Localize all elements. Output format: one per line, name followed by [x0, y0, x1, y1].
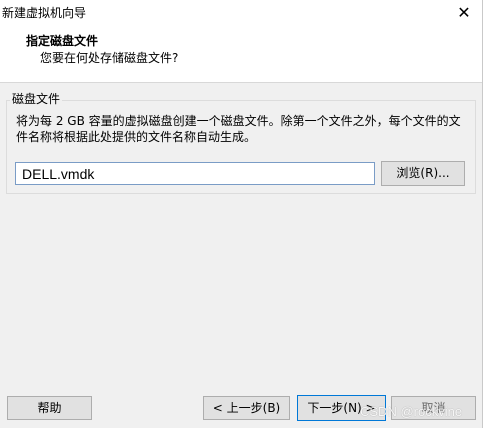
disk-file-description: 将为每 2 GB 容量的虚拟磁盘创建一个磁盘文件。除第一个文件之外，每个文件的文…: [16, 114, 461, 144]
page-subtitle: 您要在何处存储磁盘文件?: [40, 51, 179, 65]
wizard-footer: 帮助 < 上一步(B) 下一步(N) > 取消: [0, 386, 482, 428]
browse-button[interactable]: 浏览(R)...: [381, 161, 465, 186]
disk-file-name-input[interactable]: [15, 162, 375, 185]
title-bar[interactable]: 新建虚拟机向导 ✕: [0, 0, 482, 27]
wizard-header: 指定磁盘文件 您要在何处存储磁盘文件?: [0, 27, 482, 83]
page-title: 指定磁盘文件: [26, 34, 99, 48]
back-button[interactable]: < 上一步(B): [203, 396, 290, 420]
new-vm-wizard-dialog: 新建虚拟机向导 ✕ 指定磁盘文件 您要在何处存储磁盘文件? 磁盘文件 将为每 2…: [0, 0, 483, 428]
close-icon[interactable]: ✕: [454, 3, 474, 23]
window-title: 新建虚拟机向导: [2, 6, 87, 20]
next-button[interactable]: 下一步(N) >: [297, 395, 386, 421]
cancel-button[interactable]: 取消: [391, 396, 476, 420]
disk-file-group: 磁盘文件 将为每 2 GB 容量的虚拟磁盘创建一个磁盘文件。除第一个文件之外，每…: [6, 92, 476, 194]
disk-file-group-label: 磁盘文件: [10, 92, 63, 106]
help-button[interactable]: 帮助: [7, 396, 92, 420]
